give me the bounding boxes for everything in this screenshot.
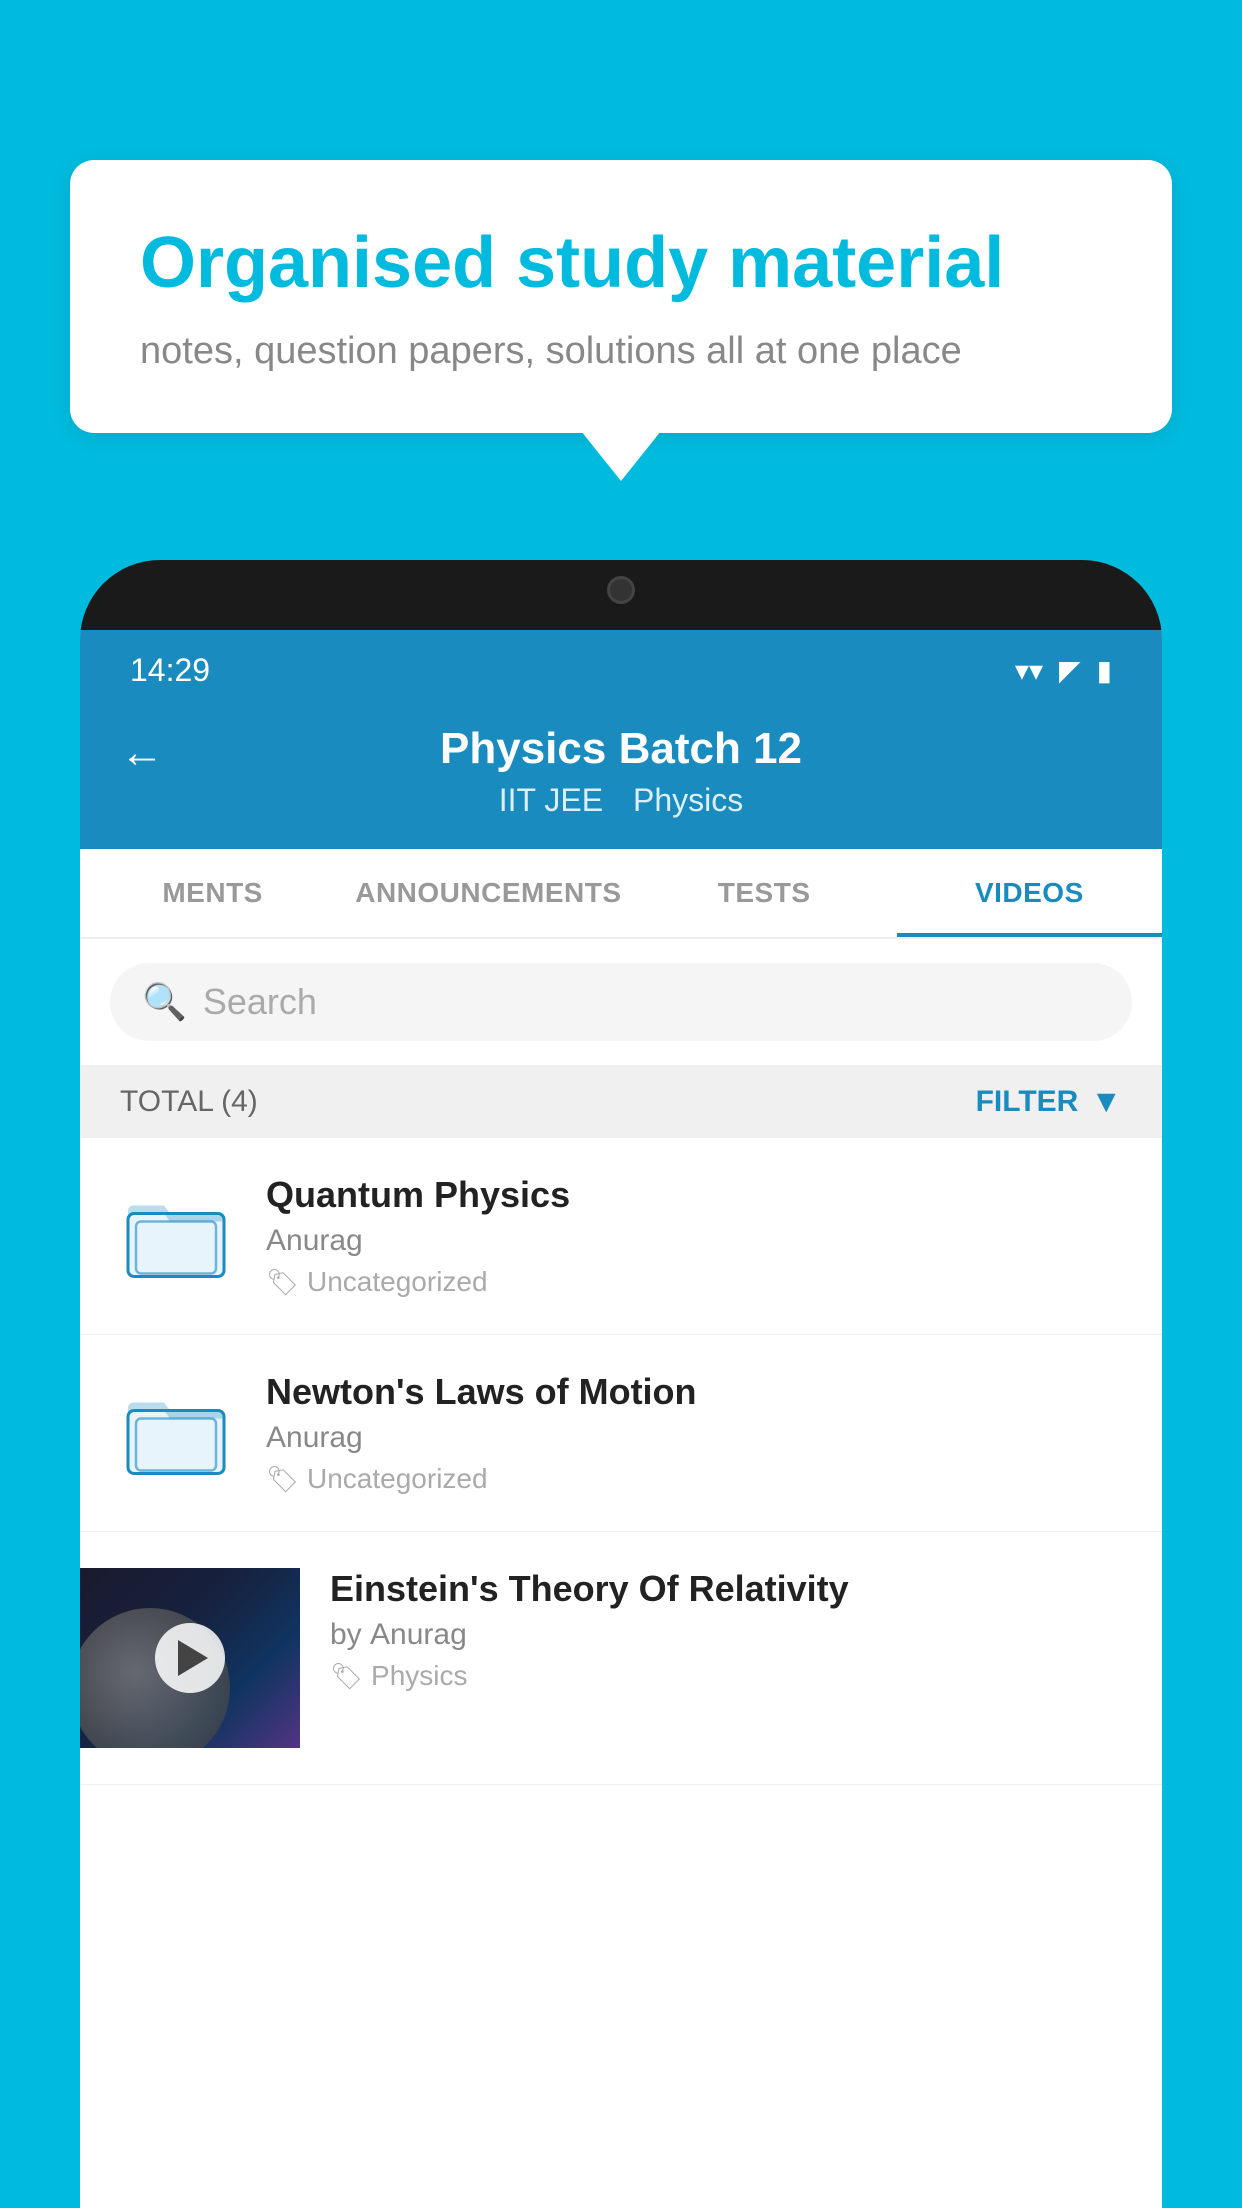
video-tag-row-2: 🏷 Physics xyxy=(330,1660,1132,1692)
folder-icon xyxy=(126,1191,226,1281)
video-author-1: Anurag xyxy=(266,1421,1126,1455)
video-info-1: Newton's Laws of Motion Anurag 🏷 Uncateg… xyxy=(266,1371,1126,1495)
status-time: 14:29 xyxy=(130,652,210,689)
status-icons: ▾▾ ◤ ▮ xyxy=(1015,654,1112,687)
folder-thumb-1 xyxy=(116,1373,236,1493)
video-title-1: Newton's Laws of Motion xyxy=(266,1371,1126,1413)
list-item[interactable]: Einstein's Theory Of Relativity by Anura… xyxy=(80,1532,1162,1785)
back-button[interactable]: ← xyxy=(120,728,164,778)
phone-content: 14:29 ▾▾ ◤ ▮ ← Physics Batch 12 IIT JEE … xyxy=(80,630,1162,2208)
wifi-icon: ▾▾ xyxy=(1015,654,1043,687)
header-title: Physics Batch 12 xyxy=(440,724,802,774)
video-tag-row-0: 🏷 Uncategorized xyxy=(266,1266,1126,1298)
video-title-2: Einstein's Theory Of Relativity xyxy=(330,1568,1132,1610)
filter-funnel-icon: ▼ xyxy=(1090,1083,1122,1120)
video-list: Quantum Physics Anurag 🏷 Uncategorized xyxy=(80,1138,1162,1785)
bubble-title: Organised study material xyxy=(140,220,1102,306)
total-count: TOTAL (4) xyxy=(120,1085,258,1119)
tab-announcements[interactable]: ANNOUNCEMENTS xyxy=(345,849,631,937)
video-author-0: Anurag xyxy=(266,1224,1126,1258)
video-info-2: Einstein's Theory Of Relativity by Anura… xyxy=(300,1568,1162,1692)
list-item[interactable]: Quantum Physics Anurag 🏷 Uncategorized xyxy=(80,1138,1162,1335)
bubble-arrow xyxy=(581,431,661,481)
search-placeholder: Search xyxy=(203,981,317,1023)
speech-bubble-wrapper: Organised study material notes, question… xyxy=(70,160,1172,481)
tab-ments[interactable]: MENTS xyxy=(80,849,345,937)
header-tags: IIT JEE Physics xyxy=(499,782,744,819)
camera xyxy=(607,576,635,604)
video-info-0: Quantum Physics Anurag 🏷 Uncategorized xyxy=(266,1174,1126,1298)
folder-thumb-0 xyxy=(116,1176,236,1296)
tabs-bar: MENTS ANNOUNCEMENTS TESTS VIDEOS xyxy=(80,849,1162,939)
search-bar[interactable]: 🔍 Search xyxy=(110,963,1132,1041)
video-tag-2: Physics xyxy=(371,1660,467,1692)
signal-icon: ◤ xyxy=(1059,654,1081,687)
list-item[interactable]: Newton's Laws of Motion Anurag 🏷 Uncateg… xyxy=(80,1335,1162,1532)
video-tag-1: Uncategorized xyxy=(307,1463,488,1495)
status-bar: 14:29 ▾▾ ◤ ▮ xyxy=(80,630,1162,700)
phone-frame: 14:29 ▾▾ ◤ ▮ ← Physics Batch 12 IIT JEE … xyxy=(80,560,1162,2208)
filter-bar: TOTAL (4) FILTER ▼ xyxy=(80,1065,1162,1138)
app-header: ← Physics Batch 12 IIT JEE Physics xyxy=(80,700,1162,849)
header-tag-physics: Physics xyxy=(633,782,743,819)
tag-icon-0: 🏷 xyxy=(266,1267,299,1298)
phone-notch xyxy=(511,560,731,620)
video-tag-row-1: 🏷 Uncategorized xyxy=(266,1463,1126,1495)
video-tag-0: Uncategorized xyxy=(307,1266,488,1298)
tab-tests[interactable]: TESTS xyxy=(632,849,897,937)
video-thumbnail-2 xyxy=(80,1568,300,1748)
tag-icon-1: 🏷 xyxy=(266,1464,299,1495)
tag-icon-2: 🏷 xyxy=(330,1661,363,1692)
tab-videos[interactable]: VIDEOS xyxy=(897,849,1162,937)
filter-button[interactable]: FILTER ▼ xyxy=(976,1083,1122,1120)
video-author-prefix-2: by Anurag xyxy=(330,1618,1132,1652)
play-overlay xyxy=(80,1568,300,1748)
play-triangle-icon xyxy=(178,1640,208,1676)
speech-bubble: Organised study material notes, question… xyxy=(70,160,1172,433)
battery-icon: ▮ xyxy=(1097,654,1112,687)
header-tag-iitjee: IIT JEE xyxy=(499,782,603,819)
search-icon: 🔍 xyxy=(142,981,187,1023)
bubble-subtitle: notes, question papers, solutions all at… xyxy=(140,330,1102,373)
filter-label: FILTER xyxy=(976,1085,1079,1119)
play-button[interactable] xyxy=(155,1623,225,1693)
video-title-0: Quantum Physics xyxy=(266,1174,1126,1216)
folder-icon xyxy=(126,1388,226,1478)
